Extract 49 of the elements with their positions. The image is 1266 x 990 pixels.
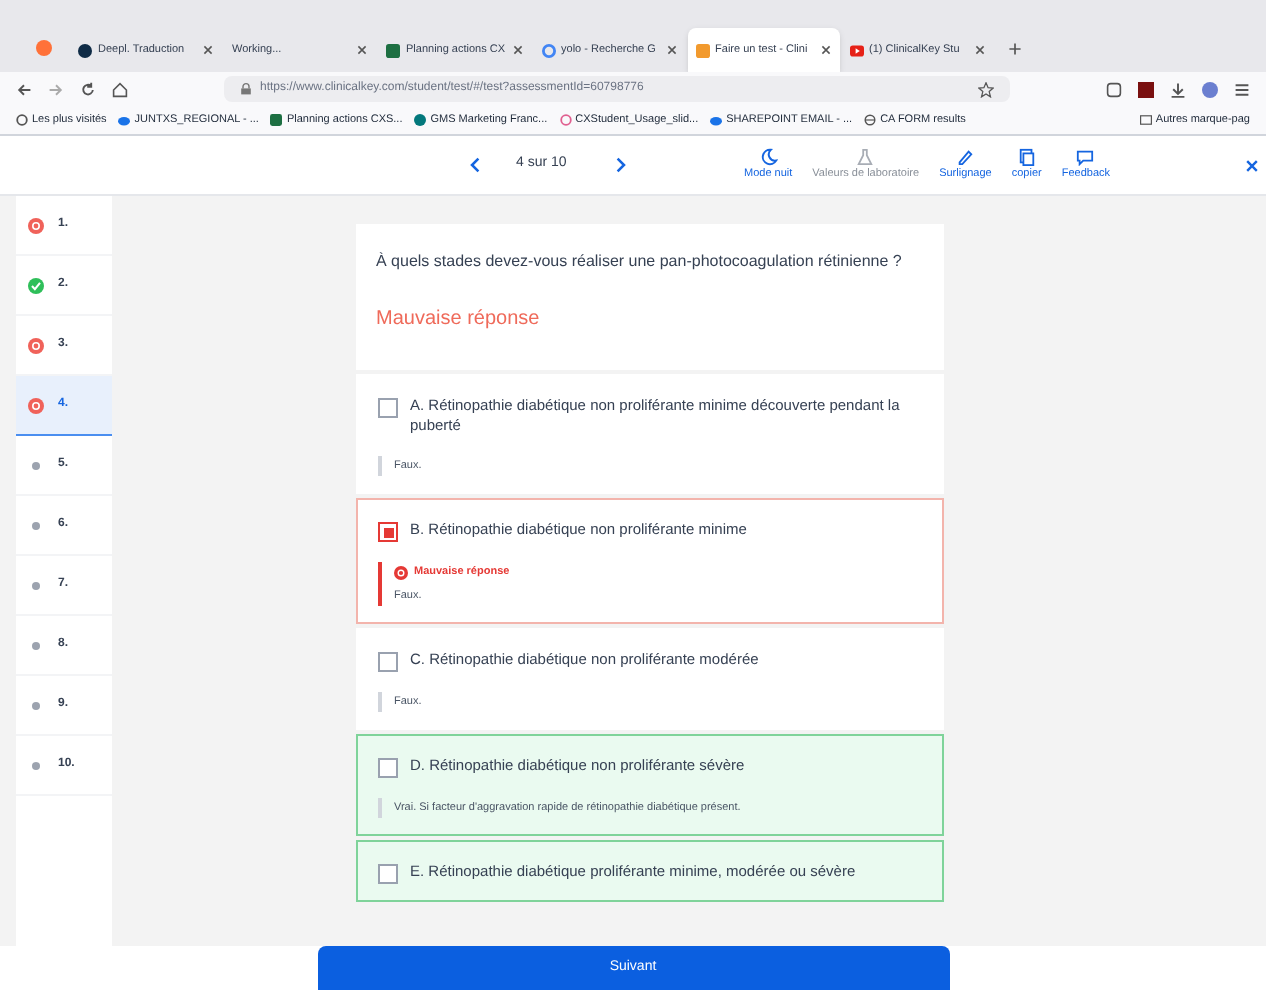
cloud-icon [710,114,723,126]
close-tab-icon[interactable] [356,44,368,56]
back-icon[interactable] [16,81,32,97]
cloud-icon [118,114,131,126]
flask-icon [856,148,875,167]
globe-icon [864,114,877,126]
account-icon[interactable] [1202,81,1218,97]
close-tab-icon[interactable] [665,44,678,56]
new-tab-icon[interactable] [1007,42,1022,56]
deepl-logo-icon [78,43,92,57]
copy-icon [1017,148,1036,167]
chevron-left-icon [468,156,484,174]
chevron-right-icon [612,156,628,174]
pocket-icon[interactable] [1106,81,1122,97]
spreadsheet-icon [386,43,400,57]
result-text: Mauvaise réponse [376,306,542,334]
previous-button[interactable] [468,156,484,174]
close-icon [1244,157,1260,173]
reload-icon[interactable] [80,81,96,97]
checkbox[interactable] [378,398,398,418]
gear-icon [16,114,28,126]
play-icon [849,43,864,57]
download-icon[interactable] [1170,81,1186,97]
spreadsheet-icon [270,114,283,126]
question-text: À quels stades devez-vous réaliser une pan-photocoagulation rétinienne ? [376,250,904,274]
speech-bubble-icon [1076,148,1095,167]
close-tab-icon[interactable] [819,44,832,56]
pen-icon [956,148,975,167]
star-icon[interactable] [978,81,994,97]
checkbox[interactable] [378,758,398,778]
moon-icon [759,148,778,167]
circle-logo-icon [414,114,427,126]
lock-icon [240,82,252,96]
folder-icon [1139,114,1152,126]
checkbox[interactable] [378,864,398,885]
clinicalkey-logo-icon [695,43,710,57]
checkbox[interactable] [378,651,398,672]
close-tab-icon[interactable] [511,44,524,56]
home-icon[interactable] [112,81,128,97]
close-button[interactable] [1244,157,1260,173]
ring-icon [559,114,572,126]
next-question-button[interactable] [612,156,628,174]
menu-icon[interactable] [1234,81,1250,97]
close-tab-icon[interactable] [202,44,214,56]
close-tab-icon[interactable] [973,44,986,56]
checkbox[interactable] [378,522,398,543]
google-logo-icon [541,43,556,57]
extension-icon[interactable] [1138,81,1154,97]
wrong-answer-icon [394,565,408,580]
